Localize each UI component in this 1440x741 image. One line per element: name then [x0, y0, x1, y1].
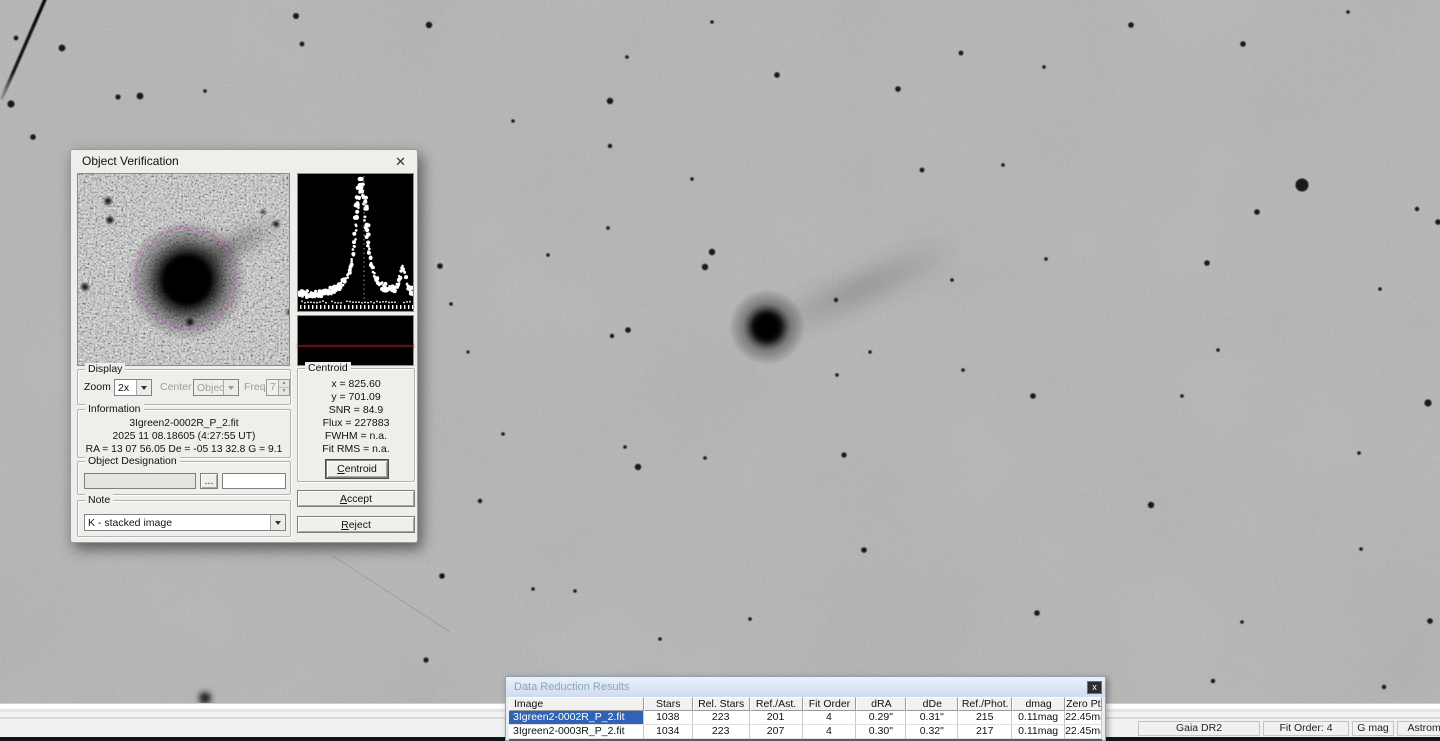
table-row[interactable]: 3Igreen2-0002R_P_2.fit103822320140.29"0.…: [509, 711, 1102, 725]
table-cell[interactable]: 217: [958, 725, 1012, 739]
results-table-body: 3Igreen2-0002R_P_2.fit103822320140.29"0.…: [509, 711, 1102, 741]
centroid-fwhm-value: FWHM = n.a.: [298, 430, 414, 443]
table-cell[interactable]: 1038: [644, 711, 693, 725]
centroid-group: Centroid x = 825.60 y = 701.09 SNR = 84.…: [297, 368, 415, 482]
table-cell[interactable]: 215: [958, 711, 1012, 725]
chevron-down-icon: [223, 380, 238, 395]
table-cell[interactable]: 0.29": [856, 711, 906, 725]
table-cell[interactable]: 0.11mag: [1012, 711, 1065, 725]
centroid-legend: Centroid: [305, 362, 351, 374]
object-designation-group: Object Designation ...: [77, 461, 291, 495]
table-cell[interactable]: 0.31": [906, 711, 958, 725]
centroid-y-value: y = 701.09: [298, 391, 414, 404]
observation-datetime: 2025 11 08.18605 (4:27:55 UT): [78, 430, 290, 443]
accept-button[interactable]: Accept: [297, 490, 415, 507]
table-cell[interactable]: 0.30": [856, 725, 906, 739]
results-window-title: Data Reduction Results: [514, 681, 630, 693]
table-cell[interactable]: 223: [693, 711, 750, 725]
column-header[interactable]: Ref./Phot.: [958, 697, 1012, 711]
column-header[interactable]: dRA: [856, 697, 906, 711]
results-table-header: ImageStarsRel. StarsRef./Ast.Fit OrderdR…: [509, 697, 1102, 711]
centroid-flux-value: Flux = 227883: [298, 417, 414, 430]
centroid-x-value: x = 825.60: [298, 378, 414, 391]
column-header[interactable]: Ref./Ast.: [750, 697, 803, 711]
column-header[interactable]: dmag: [1012, 697, 1065, 711]
object-image-preview: [77, 173, 290, 366]
table-cell[interactable]: 223: [693, 725, 750, 739]
spin-down-icon: ▼: [279, 388, 289, 395]
note-select[interactable]: K - stacked image: [84, 514, 286, 531]
zoom-label: Zoom: [84, 379, 111, 396]
table-cell[interactable]: 201: [750, 711, 803, 725]
center-label: Center: [160, 379, 192, 396]
column-header[interactable]: Image: [509, 697, 644, 711]
center-select: Object: [193, 379, 239, 396]
table-row[interactable]: 3Igreen2-0003R_P_2.fit103422320740.30"0.…: [509, 725, 1102, 739]
browse-button[interactable]: ...: [200, 473, 218, 489]
application-window: Gaia DR2Fit Order: 4G magAstrome Data Re…: [0, 0, 1440, 741]
column-header[interactable]: Zero Pt.: [1065, 697, 1102, 711]
information-legend: Information: [85, 403, 144, 415]
chevron-down-icon[interactable]: [136, 380, 151, 395]
spin-up-icon: ▲: [279, 380, 289, 388]
residual-line: [298, 345, 413, 347]
table-cell[interactable]: 4: [803, 711, 857, 725]
table-cell[interactable]: 0.32": [906, 725, 958, 739]
information-group: Information 3Igreen2-0002R_P_2.fit 2025 …: [77, 409, 291, 458]
table-cell[interactable]: 4: [803, 725, 857, 739]
centroid-fitrms-value: Fit RMS = n.a.: [298, 443, 414, 456]
object-verification-dialog: Object Verification ✕: [70, 149, 418, 543]
note-legend: Note: [85, 494, 113, 506]
dialog-title: Object Verification: [82, 154, 179, 168]
display-group: Display Zoom 2x Center Object Freq 7 ▲▼: [77, 369, 291, 405]
status-panel: Astrome: [1397, 721, 1440, 736]
table-cell[interactable]: 207: [750, 725, 803, 739]
freq-label: Freq: [244, 379, 266, 396]
table-cell[interactable]: 22.45mag: [1065, 711, 1102, 725]
psf-profile-plot: [297, 173, 414, 312]
table-cell[interactable]: 0.11mag: [1012, 725, 1065, 739]
reject-button[interactable]: Reject: [297, 516, 415, 533]
freq-stepper: 7 ▲▼: [266, 379, 290, 396]
table-cell[interactable]: 3Igreen2-0003R_P_2.fit: [509, 725, 644, 739]
chevron-down-icon[interactable]: [270, 515, 285, 530]
column-header[interactable]: Rel. Stars: [693, 697, 750, 711]
data-reduction-results-window: Data Reduction Results x ImageStarsRel. …: [505, 676, 1106, 741]
results-window-titlebar[interactable]: Data Reduction Results x: [506, 677, 1105, 697]
designation-field[interactable]: [84, 473, 196, 489]
table-cell[interactable]: 3Igreen2-0002R_P_2.fit: [509, 711, 644, 725]
column-header[interactable]: dDe: [906, 697, 958, 711]
column-header[interactable]: Stars: [644, 697, 693, 711]
object-designation-legend: Object Designation: [85, 455, 180, 467]
table-cell[interactable]: 1034: [644, 725, 693, 739]
note-group: Note K - stacked image: [77, 500, 291, 537]
residual-panel: [297, 315, 414, 366]
status-panel: Gaia DR2: [1138, 721, 1260, 736]
status-panel: G mag: [1352, 721, 1394, 736]
close-icon[interactable]: ✕: [395, 155, 406, 168]
zoom-select[interactable]: 2x: [114, 379, 152, 396]
column-header[interactable]: Fit Order: [803, 697, 857, 711]
close-icon[interactable]: x: [1087, 681, 1102, 694]
table-cell[interactable]: 22.45mag: [1065, 725, 1102, 739]
dialog-titlebar[interactable]: Object Verification ✕: [71, 150, 417, 172]
centroid-snr-value: SNR = 84.9: [298, 404, 414, 417]
centroid-button[interactable]: Centroid: [326, 460, 388, 478]
display-legend: Display: [85, 363, 125, 375]
image-filename: 3Igreen2-0002R_P_2.fit: [78, 417, 290, 430]
designation-secondary-field[interactable]: [222, 473, 286, 489]
status-panel: Fit Order: 4: [1263, 721, 1349, 736]
